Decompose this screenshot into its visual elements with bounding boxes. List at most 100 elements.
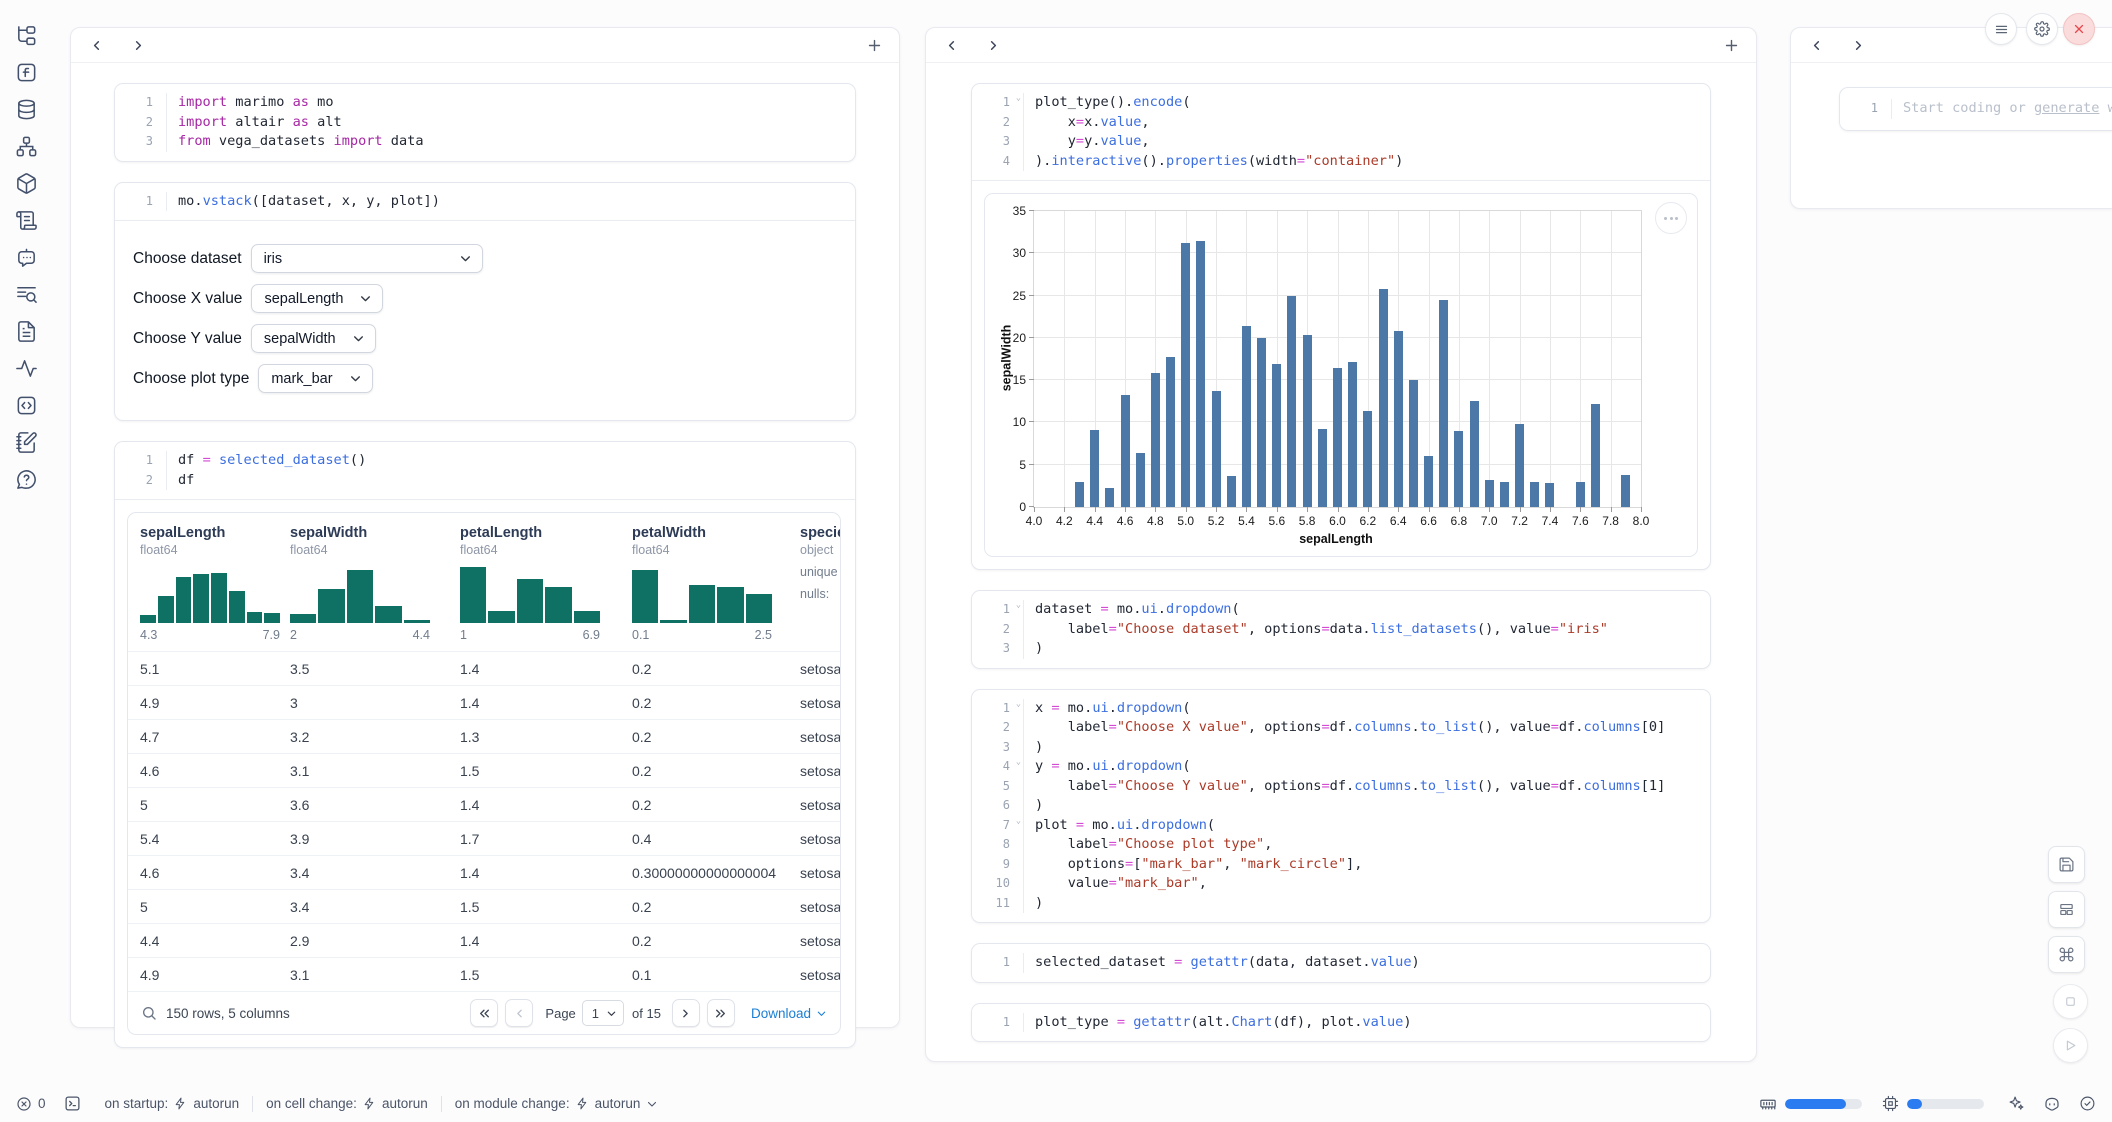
next-page-button[interactable] [672, 999, 700, 1027]
file-tree-icon[interactable] [15, 24, 39, 48]
chart-bar[interactable] [1591, 404, 1600, 507]
code-cell-dataset-dropdown[interactable]: 1⌄dataset = mo.ui.dropdown(2 label="Choo… [971, 590, 1711, 669]
code-line[interactable]: 4⌄y = mo.ui.dropdown( [972, 757, 1710, 777]
dependency-graph-icon[interactable] [15, 135, 39, 159]
column-header[interactable]: petalLengthfloat6416.9 [460, 525, 632, 651]
column-header[interactable]: sepalLengthfloat644.37.9 [140, 525, 290, 651]
code-line[interactable]: 1df = selected_dataset() [115, 451, 855, 471]
chart-bar[interactable] [1272, 364, 1281, 507]
column-scroll-left-button[interactable] [1805, 34, 1827, 56]
prev-page-button[interactable] [505, 999, 533, 1027]
chart-bar[interactable] [1257, 338, 1266, 507]
first-page-button[interactable] [470, 999, 498, 1027]
table-row[interactable]: 4.73.21.30.2setosa [128, 719, 840, 753]
save-button[interactable] [2048, 846, 2085, 883]
table-row[interactable]: 4.931.40.2setosa [128, 685, 840, 719]
last-page-button[interactable] [707, 999, 735, 1027]
chart-bar[interactable] [1318, 429, 1327, 507]
code-line[interactable]: 9 options=["mark_bar", "mark_circle"], [972, 855, 1710, 875]
code-line[interactable]: 10 value="mark_bar", [972, 874, 1710, 894]
sparkles-icon[interactable] [2008, 1095, 2025, 1112]
code-line[interactable]: 1plot_type = getattr(alt.Chart(df), plot… [972, 1013, 1710, 1033]
on-cell-change-setting[interactable]: on cell change: autorun [266, 1096, 428, 1111]
copilot-icon[interactable] [2043, 1095, 2061, 1113]
chart-bar[interactable] [1121, 395, 1130, 507]
code-line[interactable]: 2 x=x.value, [972, 113, 1710, 133]
scratchpad-icon[interactable] [15, 431, 39, 455]
command-palette-button[interactable] [2048, 936, 2085, 973]
table-row[interactable]: 4.42.91.40.2setosa [128, 923, 840, 957]
code-line[interactable]: 1⌄x = mo.ui.dropdown( [972, 699, 1710, 719]
chart-bar[interactable] [1348, 362, 1357, 507]
on-module-change-setting[interactable]: on module change: autorun [455, 1096, 659, 1111]
chart-bar[interactable] [1409, 380, 1418, 507]
chart-bar[interactable] [1242, 326, 1251, 507]
code-line[interactable]: 1mo.vstack([dataset, x, y, plot]) [115, 192, 855, 212]
chart-bar[interactable] [1576, 482, 1585, 507]
chart-bar[interactable] [1363, 411, 1372, 507]
chart-bar[interactable] [1454, 431, 1463, 507]
column-scroll-right-button[interactable] [982, 34, 1004, 56]
chart-bar[interactable] [1530, 482, 1539, 507]
column-header[interactable]: petalWidthfloat640.12.5 [632, 525, 800, 651]
settings-button[interactable] [2026, 13, 2058, 45]
chart-bar[interactable] [1424, 456, 1433, 507]
table-row[interactable]: 53.61.40.2setosa [128, 787, 840, 821]
add-column-button[interactable] [863, 34, 885, 56]
dropdown-select[interactable]: sepalWidth [251, 324, 376, 353]
code-line[interactable]: 3from vega_datasets import data [115, 132, 855, 152]
stop-button[interactable] [2053, 984, 2088, 1019]
shutdown-button[interactable] [2063, 13, 2095, 45]
script-icon[interactable] [15, 209, 39, 233]
text-search-icon[interactable] [15, 283, 39, 307]
code-cell-selected-dataset[interactable]: 1selected_dataset = getattr(data, datase… [971, 943, 1711, 983]
code-cell-imports[interactable]: 1import marimo as mo2import altair as al… [114, 83, 856, 162]
dropdown-select[interactable]: mark_bar [258, 364, 372, 393]
package-icon[interactable] [15, 172, 39, 196]
chat-bot-icon[interactable] [15, 246, 39, 270]
column-scroll-left-button[interactable] [940, 34, 962, 56]
connection-status-icon[interactable] [2079, 1095, 2096, 1112]
chart-bar[interactable] [1166, 357, 1175, 507]
database-icon[interactable] [15, 98, 39, 122]
code-line[interactable]: 4).interactive().properties(width="conta… [972, 152, 1710, 172]
code-line[interactable]: 3) [972, 738, 1710, 758]
search-icon[interactable] [141, 1005, 157, 1021]
code-placeholder[interactable]: Start coding or generate with [1891, 99, 2112, 119]
code-line[interactable]: 6) [972, 796, 1710, 816]
chart-bar[interactable] [1333, 368, 1342, 507]
column-scroll-left-button[interactable] [85, 34, 107, 56]
run-button[interactable] [2053, 1028, 2088, 1063]
chart-bar[interactable] [1515, 424, 1524, 507]
code-line[interactable]: 2df [115, 471, 855, 491]
column-scroll-right-button[interactable] [1847, 34, 1869, 56]
chart-bar[interactable] [1470, 401, 1479, 507]
on-startup-setting[interactable]: on startup: autorun [105, 1096, 240, 1111]
fold-icon[interactable]: ⌄ [1016, 695, 1021, 715]
table-row[interactable]: 4.63.11.50.2setosa [128, 753, 840, 787]
chart-bar[interactable] [1151, 373, 1160, 507]
fold-icon[interactable]: ⌄ [1016, 812, 1021, 832]
page-select[interactable]: 1 [582, 1000, 624, 1026]
chart-plot-area[interactable]: 051015202530354.04.24.44.64.85.05.25.45.… [1033, 210, 1642, 508]
help-icon[interactable] [15, 468, 39, 492]
fold-icon[interactable]: ⌄ [1016, 89, 1021, 109]
table-row[interactable]: 4.63.41.40.30000000000000004setosa [128, 855, 840, 889]
code-line[interactable]: 3 y=y.value, [972, 132, 1710, 152]
table-row[interactable]: 4.93.11.50.1setosa [128, 957, 840, 991]
chart-bar[interactable] [1181, 243, 1190, 507]
layout-button[interactable] [2048, 891, 2085, 928]
chart-menu-button[interactable] [1655, 202, 1687, 234]
fold-icon[interactable]: ⌄ [1016, 753, 1021, 773]
table-row[interactable]: 5.13.51.40.2setosa [128, 651, 840, 685]
terminal-button[interactable] [64, 1095, 81, 1112]
notebook-menu-button[interactable] [1985, 13, 2017, 45]
code-line[interactable]: 8 label="Choose plot type", [972, 835, 1710, 855]
add-column-button[interactable] [1720, 34, 1742, 56]
dropdown-select[interactable]: iris [251, 244, 483, 273]
chart-bar[interactable] [1545, 483, 1554, 507]
fold-icon[interactable]: ⌄ [1016, 596, 1021, 616]
code-line[interactable]: 2 label="Choose X value", options=df.col… [972, 718, 1710, 738]
table-row[interactable]: 5.43.91.70.4setosa [128, 821, 840, 855]
table-row[interactable]: 53.41.50.2setosa [128, 889, 840, 923]
